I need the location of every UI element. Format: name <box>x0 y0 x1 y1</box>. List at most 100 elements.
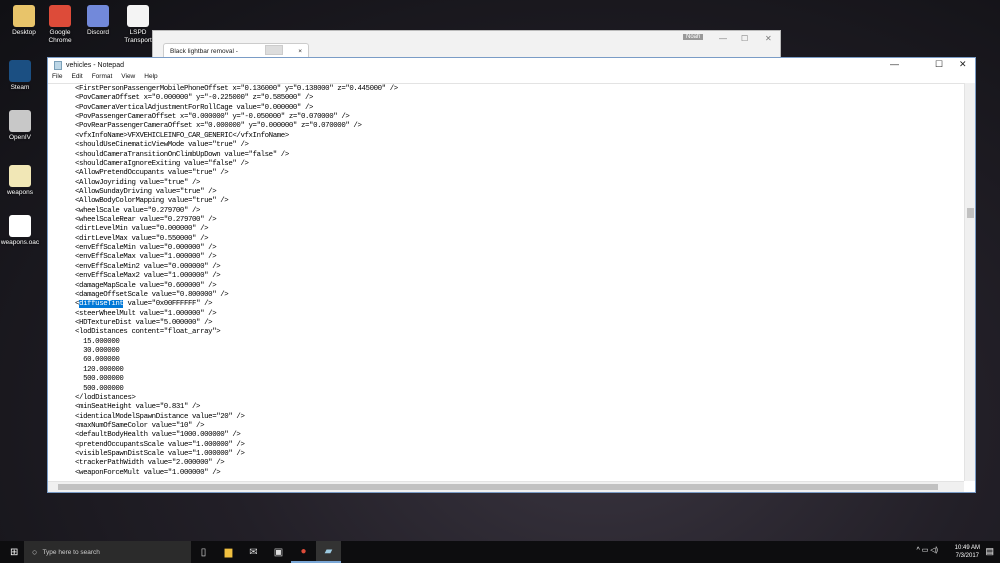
cortana-icon: ○ <box>32 547 38 557</box>
text-line: <shouldCameraIgnoreExiting value="false"… <box>75 159 249 168</box>
chrome-taskbar-icon[interactable]: ● <box>291 541 316 563</box>
selected-text[interactable]: diffuseTint <box>79 300 124 309</box>
text-line: <AllowSundayDriving value="true" /> <box>75 187 217 196</box>
desktop-icon[interactable]: Google Chrome <box>40 5 80 45</box>
text-line: <minSeatHeight value="0.831" /> <box>75 403 201 412</box>
text-line: <envEffScaleMax2 value="1.000000" /> <box>75 272 221 281</box>
text-line: <pretendOccupantsScale value="1.000000" … <box>75 440 245 449</box>
text-line: <envEffScaleMax value="1.000000" /> <box>75 253 217 262</box>
scroll-thumb[interactable] <box>58 484 938 490</box>
text-line: <damageMapScale value="0.600000" /> <box>75 281 217 290</box>
desktop-icon[interactable]: weapons.oac <box>0 215 40 247</box>
text-line: <envEffScaleMin value="0.000000" /> <box>75 244 217 253</box>
search-placeholder: Type here to search <box>42 548 100 556</box>
desktop-icon-label: Desktop <box>12 29 36 36</box>
browser-maximize-button[interactable]: ☐ <box>741 34 748 43</box>
text-line: 15.000000 <box>75 337 120 346</box>
app-icon <box>13 5 35 27</box>
desktop-icon-label: weapons <box>6 189 34 196</box>
taskbar: ⊞ ○ Type here to search ▯ ▆ ✉ ▣ ● ▰ ^ ▭ ◁… <box>0 541 1000 563</box>
menu-bar: File Edit Format View Help <box>48 73 975 83</box>
app-icon <box>9 60 31 82</box>
notepad-taskbar-icon[interactable]: ▰ <box>316 541 341 563</box>
chrome-window[interactable]: Black lightbar removal - × Noah — ☐ ✕ <box>152 30 781 59</box>
clock[interactable]: 10:49 AM 7/3/2017 <box>955 544 980 560</box>
time: 10:49 AM <box>954 545 980 551</box>
text-line: <trackerPathWidth value="2.000000" /> <box>75 459 225 468</box>
tab-close-icon[interactable]: × <box>298 48 302 55</box>
text-line: <weaponForceMult value="1.000000" /> <box>75 468 221 477</box>
text-line: 30.000000 <box>75 347 120 356</box>
text-line: <AllowJoyriding value="true" /> <box>75 178 201 187</box>
desktop-icon-label: Google Chrome <box>48 29 72 44</box>
mail-icon[interactable]: ✉ <box>241 541 266 563</box>
minimize-button[interactable]: — <box>890 59 899 69</box>
close-button[interactable]: ✕ <box>959 59 967 70</box>
text-line: <dirtLevelMax value="0.550000" /> <box>75 234 209 243</box>
text-line: <vfxInfoName>VFXVEHICLEINFO_CAR_GENERIC<… <box>75 131 289 140</box>
date: 7/3/2017 <box>955 553 979 559</box>
text-line: <steerWheelMult value="1.000000" /> <box>75 309 217 318</box>
text-line: <wheelScale value="0.279700" /> <box>75 206 201 215</box>
text-line: <envEffScaleMin2 value="0.000000" /> <box>75 262 221 271</box>
text-line: <identicalModelSpawnDistance value="20" … <box>75 412 245 421</box>
desktop-icon[interactable]: OpenIV <box>0 110 40 142</box>
task-view-icon[interactable]: ▯ <box>191 541 216 563</box>
browser-minimize-button[interactable]: — <box>719 34 727 43</box>
menu-help[interactable]: Help <box>144 73 157 83</box>
file-explorer-icon[interactable]: ▆ <box>216 541 241 563</box>
text-line: <diffuseTint value="0x00FFFFFF" /> <box>75 300 398 309</box>
text-line: 60.000000 <box>75 356 120 365</box>
text-line: <PovPassengerCameraOffset x="0.000000" y… <box>75 113 350 122</box>
text-line: <shouldCameraTransitionOnClimbUpDown val… <box>75 150 289 159</box>
text-line: <wheelScaleRear value="0.279700" /> <box>75 216 217 225</box>
desktop-icon-label: weapons.oac <box>0 239 40 246</box>
desktop-icon[interactable]: Discord <box>78 5 118 37</box>
vertical-scrollbar[interactable] <box>964 83 975 481</box>
desktop-icon-label: Steam <box>10 84 30 91</box>
text-line: <lodDistances content="float_array"> <box>75 328 221 337</box>
text-line: <damageOffsetScale value="0.800000" /> <box>75 290 229 299</box>
text-line: 500.000000 <box>75 384 124 393</box>
desktop-icon[interactable]: weapons <box>0 165 40 197</box>
text-after: value="0x00FFFFFF" /> <box>123 300 213 309</box>
desktop-icon-label: OpenIV <box>8 134 32 141</box>
text-line: <shouldUseCinematicViewMode value="true"… <box>75 141 249 150</box>
desktop-icon[interactable]: Desktop <box>4 5 44 37</box>
menu-file[interactable]: File <box>52 73 62 83</box>
title-bar[interactable]: vehicles - Notepad <box>48 58 975 73</box>
tray-icons[interactable]: ^ ▭ ◁) <box>916 546 938 554</box>
text-line: <PovRearPassengerCameraOffset x="0.00000… <box>75 122 362 131</box>
tab-title: Black lightbar removal - <box>170 48 238 55</box>
notification-icon[interactable]: ▤ <box>985 546 994 557</box>
scroll-thumb[interactable] <box>967 208 974 218</box>
text-line: <maxNumOfSameColor value="10" /> <box>75 421 205 430</box>
new-tab-button[interactable] <box>265 45 283 55</box>
text-line: <FirstPersonPassengerMobilePhoneOffset x… <box>75 85 398 93</box>
text-line: 120.000000 <box>75 365 124 374</box>
store-icon[interactable]: ▣ <box>266 541 291 563</box>
maximize-button[interactable]: ☐ <box>935 59 943 70</box>
search-box[interactable]: ○ Type here to search <box>24 541 191 563</box>
app-icon <box>9 215 31 237</box>
notepad-window: vehicles - Notepad — ☐ ✕ File Edit Forma… <box>47 57 976 493</box>
text-line: <dirtLevelMin value="0.000000" /> <box>75 225 209 234</box>
desktop-icon[interactable]: Steam <box>0 60 40 92</box>
text-line: <AllowPretendOccupants value="true" /> <box>75 169 229 178</box>
menu-format[interactable]: Format <box>92 73 113 83</box>
browser-close-button[interactable]: ✕ <box>765 34 772 43</box>
text-line: <defaultBodyHealth value="1000.000000" /… <box>75 431 241 440</box>
menu-edit[interactable]: Edit <box>71 73 82 83</box>
app-icon <box>87 5 109 27</box>
menu-view[interactable]: View <box>121 73 135 83</box>
window-title: vehicles - Notepad <box>66 62 124 69</box>
notepad-icon <box>54 61 62 70</box>
text-editor[interactable]: <FirstPersonPassengerMobilePhoneOffset x… <box>48 83 964 481</box>
text-line: 500.000000 <box>75 375 124 384</box>
app-icon <box>9 110 31 132</box>
text-line: <visibleSpawnDistScale value="1.000000" … <box>75 450 245 459</box>
desktop-icon-label: Discord <box>86 29 110 36</box>
start-button[interactable]: ⊞ <box>10 547 18 558</box>
profile-badge[interactable]: Noah <box>683 34 704 40</box>
horizontal-scrollbar[interactable] <box>48 481 964 492</box>
